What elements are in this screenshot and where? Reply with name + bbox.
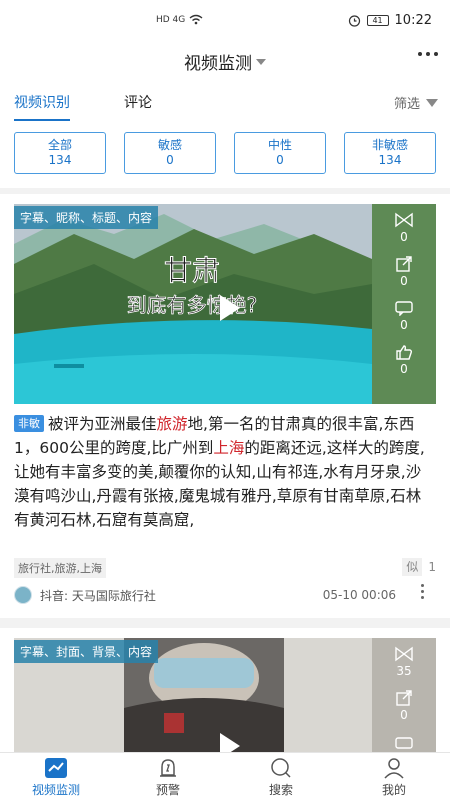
nav-profile[interactable]: 我的 [338,757,450,798]
tab-comments[interactable]: 评论 [124,92,152,112]
comment-icon [395,301,413,316]
tab-video-recognition[interactable]: 视频识别 [14,92,70,121]
play-icon[interactable] [210,290,246,326]
nav-label: 搜索 [268,783,293,797]
funnel-icon [426,98,438,107]
alarm-bell-icon [160,759,176,777]
stat-non-sensitive[interactable]: 非敏感 134 [344,132,436,174]
source-info: 抖音: 天马国际旅行社 [14,586,156,604]
nav-label: 视频监测 [31,783,80,797]
user-icon [384,758,404,779]
search-icon [271,758,291,778]
nav-video-monitor[interactable]: 视频监测 [0,757,112,798]
battery-indicator: 41 [366,14,389,26]
stat-count: 134 [48,153,72,167]
header: 视频监测 [0,40,450,82]
keyword-highlight: 旅游 [156,415,188,433]
filter-button[interactable]: 筛选 [394,93,438,112]
stat-count: 134 [378,153,402,167]
thumbs-up-icon [396,345,413,360]
desc-text: 被评为亚洲最佳 [48,415,157,433]
bowtie-icon [395,646,413,662]
video-title-text: 甘肃 [164,254,220,287]
app-screen: HD 4G 41 10:22 视频监测 视频识别 评论 筛选 全部 134 敏感… [0,0,450,800]
video-card: 甘肃 到底有多惊艳? 0 0 0 0 字幕、昵称、标题、内容 非敏 被评为亚洲最… [0,194,450,618]
keyword-highlight: 上海 [213,439,245,457]
metric-item: 0 [372,690,436,722]
chevron-down-icon [256,59,266,65]
share-icon [396,256,412,272]
stat-label: 敏感 [157,138,182,152]
metric-value: 0 [400,274,408,288]
metric-value: 0 [400,708,408,722]
stat-count: 0 [166,153,174,167]
sentiment-badge: 非敏 [14,415,44,432]
metrics-panel: 35 0 [372,638,436,758]
header-title-dropdown[interactable]: 视频监测 [184,49,266,74]
comment-icon [395,737,413,749]
more-dot-icon [418,52,422,56]
kebab-dot-icon [421,584,424,587]
metric-value: 0 [400,230,408,244]
stat-label: 非敏感 [371,138,408,152]
recognition-tag: 字幕、封面、背景、内容 [14,640,159,663]
similar-value: 1 [428,560,436,574]
video-thumbnail[interactable]: 35 0 字幕、封面、背景、内容 [14,638,436,758]
chart-icon [45,758,67,778]
recognition-tag: 字幕、昵称、标题、内容 [14,206,159,229]
metric-item: 0 [372,344,436,376]
filter-label: 筛选 [393,97,420,112]
metric-value: 35 [396,664,412,678]
avatar [14,586,32,604]
metric-item: 35 [372,646,436,678]
lake-mountain-image: 甘肃 到底有多惊艳? [14,204,372,404]
video-card: 35 0 字幕、封面、背景、内容 [0,628,450,758]
metric-value: 0 [400,362,408,376]
stat-label: 中性 [267,138,292,152]
metric-item: 0 [372,212,436,244]
page-title: 视频监测 [184,53,252,74]
metric-item: 0 [372,300,436,332]
stats-row: 全部 134 敏感 0 中性 0 非敏感 134 [0,122,450,188]
similar-count[interactable]: 似1 [402,558,436,576]
alarm-icon [348,14,360,27]
stat-neutral[interactable]: 中性 0 [234,132,326,174]
video-description[interactable]: 非敏 被评为亚洲最佳旅游地,第一名的甘肃真的很丰富,东西1，600公里的跨度,比广… [14,412,436,532]
keyword-tags: 旅行社,旅游,上海 [14,558,106,578]
nav-label: 预警 [155,783,180,797]
source-name: 抖音: 天马国际旅行社 [40,588,156,603]
metric-value: 0 [400,318,408,332]
network-label: HD 4G [156,14,186,25]
status-time: 10:22 [394,12,432,28]
metric-item: 0 [372,256,436,288]
stat-all[interactable]: 全部 134 [14,132,106,174]
share-icon [396,690,412,706]
video-thumbnail[interactable]: 甘肃 到底有多惊艳? 0 0 0 0 字幕、昵称、标题、内容 [14,204,436,404]
nav-label: 我的 [381,783,406,797]
wifi-icon [189,14,203,25]
stat-label: 全部 [47,138,72,152]
card-menu-button[interactable] [421,584,424,599]
publish-time: 05-10 00:06 [322,588,396,602]
bowtie-icon [395,212,413,228]
status-bar: HD 4G 41 10:22 [0,0,450,40]
metrics-panel: 0 0 0 0 [372,204,436,404]
network-indicator: HD 4G [156,14,203,25]
status-right: 41 10:22 [348,13,432,28]
stat-count: 0 [276,153,284,167]
bottom-nav: 视频监测 预警 搜索 我的 [0,752,450,800]
more-options-button[interactable] [418,52,438,56]
stat-sensitive[interactable]: 敏感 0 [124,132,216,174]
similar-label: 似 [402,558,423,576]
nav-search[interactable]: 搜索 [225,757,337,798]
nav-alert[interactable]: 预警 [112,757,224,798]
tab-bar: 视频识别 评论 筛选 [0,82,450,122]
